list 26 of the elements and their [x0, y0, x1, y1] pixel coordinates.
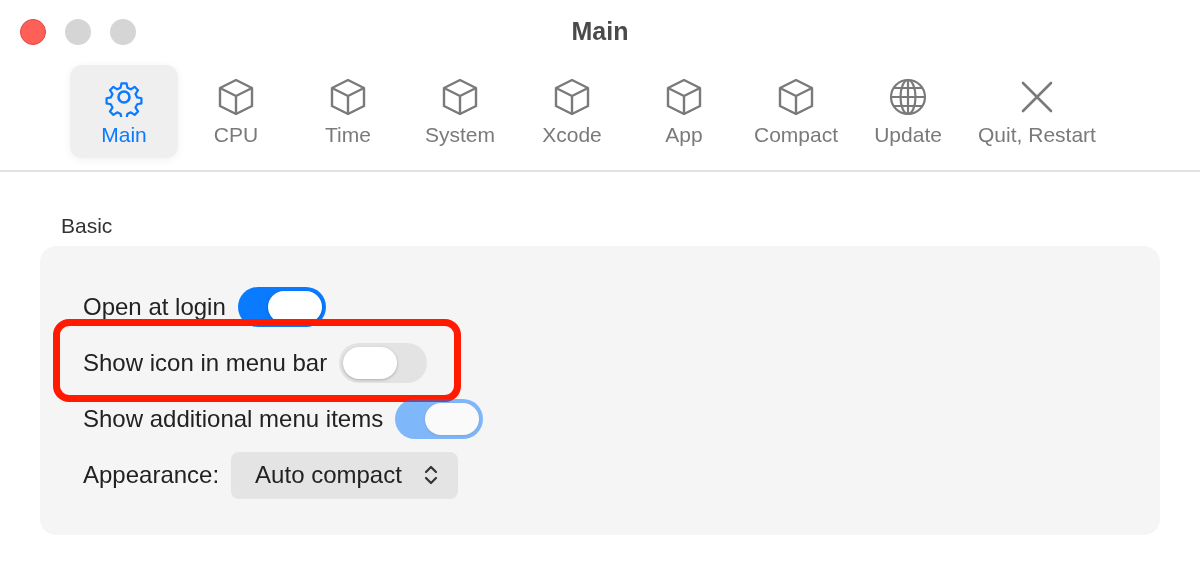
globe-icon	[888, 76, 929, 117]
cube-icon	[328, 76, 368, 117]
cube-icon	[776, 76, 816, 117]
window-title: Main	[571, 16, 629, 46]
setting-label: Appearance:	[83, 461, 220, 489]
toolbar-tab[interactable]: App	[630, 65, 738, 158]
toolbar-tab[interactable]: Quit, Restart	[966, 65, 1108, 158]
setting-label: Show icon in menu bar	[83, 349, 328, 377]
toolbar-tab[interactable]: Update	[854, 65, 963, 158]
toolbar-tab[interactable]: Xcode	[518, 65, 626, 158]
appearance-popup[interactable]: Auto compact	[231, 451, 458, 499]
toolbar-tab[interactable]: CPU	[182, 65, 290, 158]
toolbar-tab[interactable]: Compact	[742, 65, 851, 158]
setting-label: Show additional menu items	[83, 405, 384, 433]
close-button[interactable]	[20, 19, 46, 45]
cube-icon	[664, 76, 704, 117]
cube-icon	[440, 76, 480, 117]
cube-icon	[216, 76, 256, 117]
toolbar-tab[interactable]: Main	[70, 65, 178, 158]
section-title: Basic	[61, 214, 114, 238]
toolbar-tab[interactable]: System	[406, 65, 514, 158]
toggle-switch[interactable]	[339, 343, 428, 383]
chevron-up-down-icon	[423, 464, 438, 486]
cube-icon	[552, 76, 592, 117]
toolbar-tab[interactable]: Time	[294, 65, 402, 158]
setting-label: Open at login	[83, 293, 226, 321]
